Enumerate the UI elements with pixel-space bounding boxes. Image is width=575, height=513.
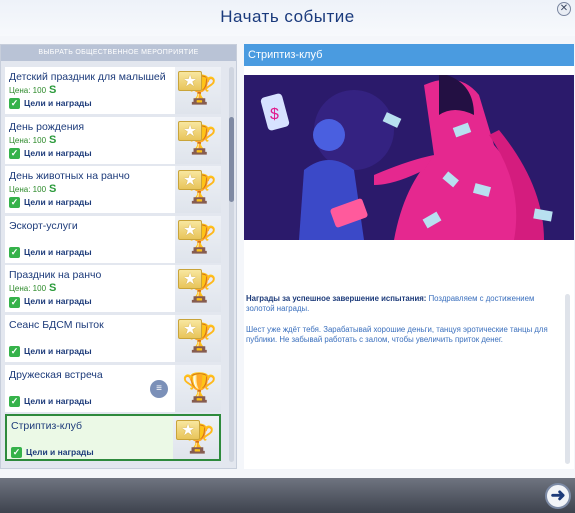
goals-link[interactable]: ✓ Цели и награды bbox=[9, 197, 92, 209]
scroll-thumb[interactable] bbox=[229, 117, 234, 202]
event-name: Сеанс БДСМ пыток bbox=[9, 318, 104, 331]
detail-scrollbar[interactable] bbox=[565, 294, 570, 464]
check-icon: ✓ bbox=[9, 197, 20, 209]
list-item[interactable]: Праздник на ранчо Цена: 100 S ✓ Цели и наг… bbox=[5, 265, 221, 313]
goals-link[interactable]: ✓ Цели и награды bbox=[11, 447, 94, 459]
arrow-right-icon: ➜ bbox=[550, 485, 566, 505]
event-price: Цена: 100 S bbox=[9, 133, 57, 146]
reward-badge-area: 🏆★ bbox=[175, 265, 221, 313]
event-list-panel: ВЫБРАТЬ ОБЩЕСТВЕННОЕ МЕРОПРИЯТИЕ Детский… bbox=[0, 44, 237, 469]
event-description: Шест уже ждёт тебя. Зарабатывай хорошие … bbox=[246, 325, 548, 344]
star-icon: ★ bbox=[178, 120, 202, 141]
simoleon-icon: S bbox=[49, 133, 57, 146]
next-button[interactable]: ➜ bbox=[545, 483, 571, 509]
list-item[interactable]: Дружеская встреча ✓ Цели и награды ≡ 🏆 bbox=[5, 364, 221, 412]
event-illustration: $ bbox=[244, 75, 574, 240]
clipboard-icon: ≡ bbox=[150, 379, 168, 398]
star-icon: ★ bbox=[176, 420, 200, 441]
goals-link[interactable]: ✓ Цели и награды bbox=[9, 346, 92, 358]
goals-link[interactable]: ✓ Цели и награды bbox=[9, 396, 92, 407]
footer-bar bbox=[0, 478, 575, 513]
reward-badge-area: 🏆★ bbox=[175, 314, 221, 362]
star-icon: ★ bbox=[178, 71, 202, 91]
goals-link[interactable]: ✓ Цели и награды bbox=[9, 148, 92, 159]
event-name: Детский праздник для малышей bbox=[9, 71, 166, 83]
list-item[interactable]: Сеанс БДСМ пыток ✓Цели и награды 🏆★ bbox=[5, 314, 221, 362]
check-icon: ✓ bbox=[9, 395, 20, 407]
check-icon: ✓ bbox=[9, 98, 20, 110]
svg-text:$: $ bbox=[270, 106, 279, 123]
event-name: Дружеская встреча bbox=[9, 368, 103, 381]
simoleon-icon: S bbox=[49, 84, 57, 96]
close-icon: ✕ bbox=[559, 3, 569, 14]
event-name: Эскорт-услуги bbox=[9, 219, 78, 232]
event-name: День животных на ранчо bbox=[9, 170, 130, 183]
reward-badge-area: 🏆★ bbox=[175, 116, 221, 164]
trophy-icon: 🏆 bbox=[182, 371, 217, 403]
star-icon: ★ bbox=[178, 170, 202, 191]
check-icon: ✓ bbox=[9, 346, 20, 358]
simoleon-icon: S bbox=[49, 282, 57, 295]
reward-badge-area: 🏆★ bbox=[173, 416, 219, 460]
check-icon: ✓ bbox=[11, 447, 22, 459]
event-detail-title: Стриптиз-клуб bbox=[244, 44, 574, 66]
goals-link[interactable]: ✓ Цели и награды bbox=[9, 98, 92, 110]
list-item[interactable]: Детский праздник для малышей Цена: 100 S … bbox=[5, 67, 221, 114]
reward-description: Награды за успешное завершение испытания… bbox=[246, 294, 564, 314]
illustration-svg: $ bbox=[244, 75, 574, 240]
event-list: Детский праздник для малышей Цена: 100 S … bbox=[5, 67, 223, 464]
event-price: Цена: 100 S bbox=[9, 183, 57, 196]
goals-link[interactable]: ✓ Цели и награды bbox=[9, 247, 92, 259]
event-detail-panel: Стриптиз-клуб $ Награды за успешное заве… bbox=[244, 44, 574, 469]
event-name: Стриптиз-клуб bbox=[11, 420, 82, 433]
close-button[interactable]: ✕ bbox=[557, 2, 571, 16]
reward-badge-area: 🏆★ bbox=[175, 67, 221, 114]
check-icon: ✓ bbox=[9, 247, 20, 259]
list-item[interactable]: День рождения Цена: 100 S ✓ Цели и награды… bbox=[5, 116, 221, 164]
event-name: Праздник на ранчо bbox=[9, 269, 102, 282]
star-icon: ★ bbox=[178, 219, 202, 240]
goals-link[interactable]: ✓ Цели и награды bbox=[9, 296, 92, 308]
check-icon: ✓ bbox=[9, 296, 20, 308]
event-list-header: ВЫБРАТЬ ОБЩЕСТВЕННОЕ МЕРОПРИЯТИЕ bbox=[1, 45, 236, 61]
event-name: День рождения bbox=[9, 120, 85, 133]
check-icon: ✓ bbox=[9, 147, 20, 159]
simoleon-icon: S bbox=[49, 183, 57, 196]
list-item[interactable]: Эскорт-услуги ✓Цели и награды 🏆★ bbox=[5, 215, 221, 263]
list-item[interactable]: День животных на ранчо Цена: 100 S ✓ Цели … bbox=[5, 166, 221, 214]
event-price: Цена: 100 S bbox=[9, 84, 57, 96]
reward-badge-area: 🏆★ bbox=[175, 215, 221, 263]
star-icon: ★ bbox=[178, 318, 202, 339]
list-item-selected[interactable]: Стриптиз-клуб ✓Цели и награды 🏆★ bbox=[5, 414, 221, 462]
event-list-scrollbar[interactable] bbox=[229, 67, 234, 462]
event-price: Цена: 100 S bbox=[9, 282, 57, 295]
reward-label: Награды за успешное завершение испытания… bbox=[246, 294, 427, 303]
reward-badge-area: 🏆★ bbox=[175, 166, 221, 214]
dialog-title: Начать событие bbox=[220, 7, 355, 26]
reward-badge-area: 🏆 bbox=[175, 364, 221, 412]
dialog-header: Начать событие ✕ bbox=[0, 0, 575, 36]
star-icon: ★ bbox=[178, 269, 202, 290]
